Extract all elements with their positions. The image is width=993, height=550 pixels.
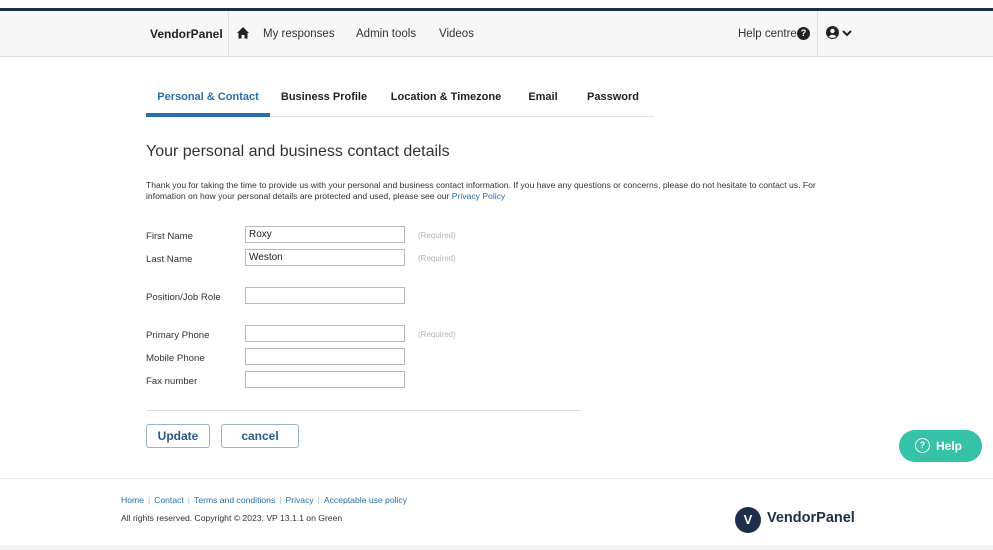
footer-separator: | [147,495,151,505]
brand-link[interactable]: VendorPanel [150,11,223,57]
footer-separator: | [187,495,191,505]
mobile-phone-label: Mobile Phone [146,353,205,364]
tab-password[interactable]: Password [582,80,644,114]
fax-number-input[interactable] [245,371,405,388]
question-circle-icon: ? [915,438,930,453]
footer-link-acceptable-use[interactable]: Acceptable use policy [324,495,407,505]
user-circle-icon[interactable] [826,26,839,39]
footer-link-contact[interactable]: Contact [154,495,184,505]
footer-separator: | [279,495,282,505]
footer-link-terms[interactable]: Terms and conditions [194,495,275,505]
primary-phone-label: Primary Phone [146,330,210,341]
first-name-label: First Name [146,231,193,242]
nav-divider [228,11,229,57]
tab-location-timezone[interactable]: Location & Timezone [386,80,506,114]
mobile-phone-input[interactable] [245,348,405,365]
active-tab-indicator [146,113,270,117]
intro-text: Thank you for taking the time to provide… [146,180,846,202]
nav-admin-tools[interactable]: Admin tools [356,11,416,57]
first-name-required-hint: (Required) [418,231,456,240]
nav-divider [817,11,818,57]
position-label: Position/Job Role [146,292,221,303]
footer-separator: | [317,495,320,505]
copyright-text: All rights reserved. Copyright © 2023. V… [121,513,343,523]
footer-link-home[interactable]: Home [121,495,144,505]
footer-divider [0,478,993,479]
help-centre-link[interactable]: Help centre [738,11,797,57]
footer-link-privacy[interactable]: Privacy [285,495,313,505]
settings-tabs: Personal & Contact Business Profile Loca… [146,80,654,117]
help-widget-label: Help [936,439,963,453]
cancel-button[interactable]: cancel [221,424,299,448]
home-icon[interactable] [236,26,250,40]
page-title: Your personal and business contact detai… [146,143,450,160]
primary-phone-input[interactable] [245,325,405,342]
last-name-input[interactable] [245,249,405,266]
tab-personal-contact[interactable]: Personal & Contact [146,80,270,114]
fax-number-label: Fax number [146,376,198,387]
nav-videos[interactable]: Videos [439,11,474,57]
first-name-input[interactable] [245,226,405,243]
last-name-required-hint: (Required) [418,254,456,263]
nav-my-responses[interactable]: My responses [263,11,335,57]
question-circle-icon[interactable]: ? [797,27,810,40]
bottom-strip [0,545,993,550]
privacy-policy-link[interactable]: Privacy Policy [452,191,505,201]
tab-business-profile[interactable]: Business Profile [276,80,372,114]
footer-brand: VendorPanel [767,510,855,526]
help-widget-button[interactable]: ? Help [899,430,982,462]
tab-email[interactable]: Email [522,80,564,114]
primary-phone-required-hint: (Required) [418,330,456,339]
top-navigation: VendorPanel My responses Admin tools Vid… [0,11,993,57]
vendorpanel-logo-icon: V [735,507,761,533]
last-name-label: Last Name [146,254,193,265]
position-input[interactable] [245,287,405,304]
form-divider [146,410,580,411]
footer-links: Home | Contact | Terms and conditions | Privac… [121,495,407,505]
update-button[interactable]: Update [146,424,210,448]
chevron-down-icon[interactable] [842,28,852,38]
